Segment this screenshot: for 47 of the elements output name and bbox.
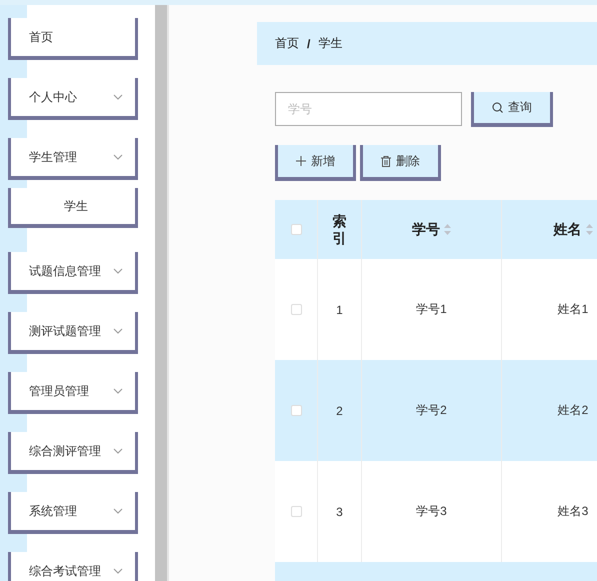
- menu-item[interactable]: 测评试题管理: [8, 312, 138, 354]
- table-cell: 3: [336, 504, 343, 518]
- trash-icon: [381, 156, 391, 166]
- chevron-down-icon: [113, 154, 123, 160]
- table-cell: 学号2: [416, 402, 447, 419]
- scrollbar[interactable]: [155, 5, 169, 581]
- submenu-item[interactable]: 学生: [8, 188, 138, 228]
- chevron-down-icon: [113, 388, 123, 394]
- sort-icon[interactable]: [444, 224, 451, 235]
- table-cell: 1: [336, 302, 343, 316]
- menu-item[interactable]: 管理员管理: [8, 372, 138, 414]
- menu-item[interactable]: 试题信息管理: [8, 252, 138, 294]
- search-button[interactable]: 查询: [471, 92, 553, 127]
- table-cell: 学号1: [416, 301, 447, 318]
- chevron-down-icon: [113, 448, 123, 454]
- delete-button[interactable]: 删除: [360, 145, 441, 181]
- menu-item[interactable]: 首页: [8, 18, 138, 60]
- sort-icon[interactable]: [586, 224, 592, 235]
- menu-item[interactable]: 综合考试管理: [8, 552, 138, 581]
- column-header[interactable]: 姓名: [554, 220, 582, 238]
- plus-icon: [296, 156, 306, 166]
- chevron-down-icon: [113, 508, 123, 514]
- table-cell: 2: [336, 404, 343, 418]
- checkbox[interactable]: [290, 405, 302, 416]
- chevron-down-icon: [113, 328, 123, 334]
- table-cell: 学号3: [416, 503, 447, 520]
- checkbox[interactable]: [290, 224, 302, 235]
- chevron-down-icon: [113, 94, 123, 100]
- search-field[interactable]: 学号: [275, 92, 462, 126]
- checkbox[interactable]: [290, 506, 302, 517]
- column-header[interactable]: 学号: [412, 220, 440, 238]
- column-header: 索引: [332, 212, 346, 246]
- add-button[interactable]: 新增: [275, 145, 356, 181]
- checkbox[interactable]: [290, 304, 302, 315]
- table-cell: 姓名2: [558, 402, 588, 419]
- breadcrumb-item[interactable]: 学生: [318, 35, 342, 52]
- menu-item[interactable]: 综合测评管理: [8, 432, 138, 474]
- breadcrumb-item[interactable]: 首页: [275, 35, 299, 52]
- menu-item[interactable]: 系统管理: [8, 492, 138, 534]
- chevron-down-icon: [113, 268, 123, 274]
- menu-item[interactable]: 个人中心: [8, 78, 138, 120]
- chevron-down-icon: [113, 568, 123, 574]
- table-cell: 姓名1: [558, 301, 588, 318]
- search-icon: [492, 102, 503, 113]
- table-cell: 姓名3: [558, 503, 588, 520]
- menu-item[interactable]: 学生管理: [8, 138, 138, 180]
- breadcrumb-separator: /: [307, 36, 310, 50]
